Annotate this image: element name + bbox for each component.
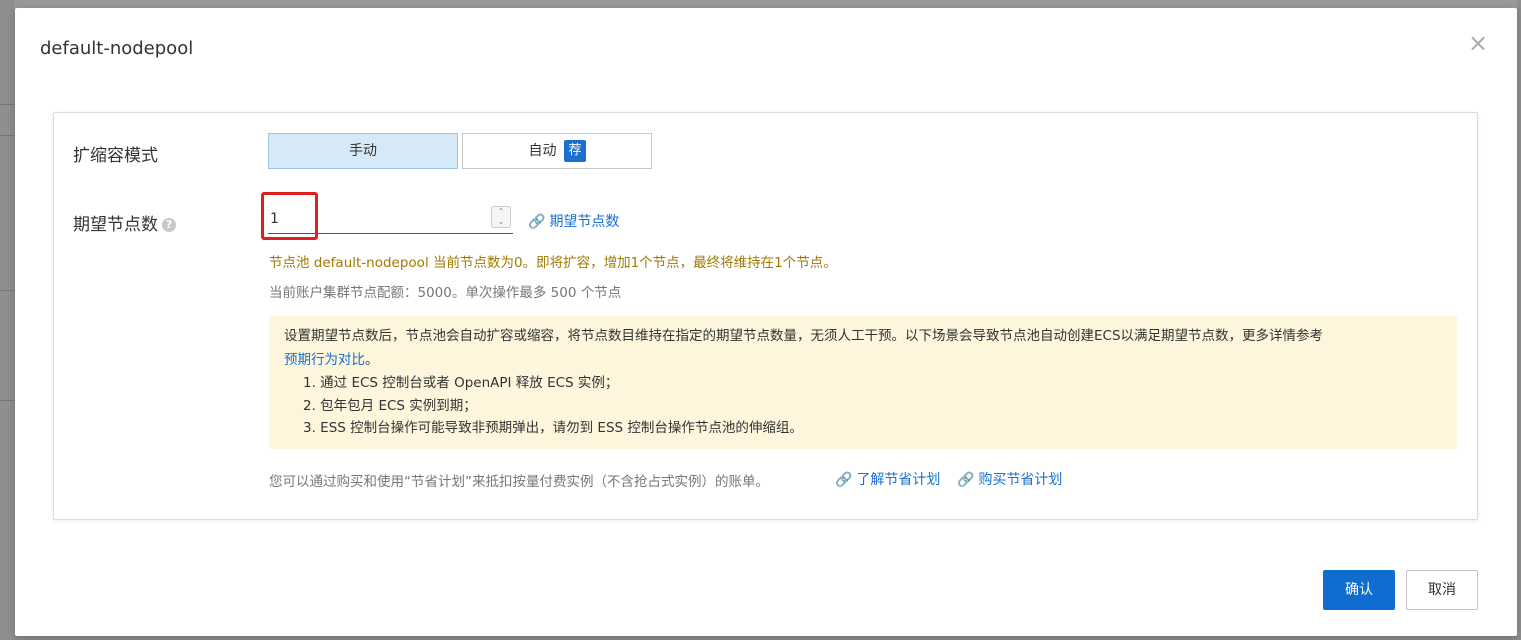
notice-lead: 设置期望节点数后，节点池会自动扩容或缩容，将节点数目维持在指定的期望节点数量，无…: [284, 324, 1442, 348]
notice-link-suffix: 。: [365, 352, 379, 368]
notice-item: 3. ESS 控制台操作可能导致非预期弹出，请勿到 ESS 控制台操作节点池的伸…: [303, 420, 803, 436]
chevron-down-icon[interactable]: ⌄: [492, 217, 510, 227]
recommended-badge: 荐: [564, 140, 586, 162]
scaling-mode-manual-button[interactable]: 手动: [268, 133, 458, 169]
confirm-button[interactable]: 确认: [1323, 570, 1395, 610]
savings-plan-info: 您可以通过购买和使用“节省计划”来抵扣按量付费实例（不含抢占式实例）的账单。: [269, 474, 769, 490]
notice-link-row: 预期行为对比。: [284, 348, 1442, 372]
close-icon[interactable]: ×: [1467, 31, 1489, 55]
learn-savings-plan-link[interactable]: 🔗 了解节省计划: [835, 469, 940, 489]
manual-option-label: 手动: [349, 143, 377, 159]
desired-nodes-label-row: 期望节点数?: [73, 210, 176, 235]
learn-savings-plan-label: 了解节省计划: [856, 472, 941, 488]
dialog-title: default-nodepool: [40, 38, 194, 59]
desired-nodes-notice: 设置期望节点数后，节点池会自动扩容或缩容，将节点数目维持在指定的期望节点数量，无…: [269, 316, 1457, 449]
buy-savings-plan-link[interactable]: 🔗 购买节省计划: [957, 469, 1062, 489]
notice-item: 1. 通过 ECS 控制台或者 OpenAPI 释放 ECS 实例；: [303, 375, 619, 391]
background-left-strip: [0, 0, 14, 640]
node-pool-scaling-dialog: default-nodepool × 扩缩容模式 手动 自动荐 期望节点数? 1…: [15, 8, 1517, 636]
scaling-mode-label: 扩缩容模式: [73, 146, 158, 166]
help-icon[interactable]: ?: [162, 218, 176, 232]
cancel-button[interactable]: 取消: [1406, 570, 1478, 610]
notice-lead-text: 设置期望节点数后，节点池会自动扩容或缩容，将节点数目维持在指定的期望节点数量，无…: [284, 328, 1324, 344]
desired-nodes-doc-link[interactable]: 🔗 期望节点数: [528, 211, 619, 231]
notice-item: 2. 包年包月 ECS 实例到期；: [303, 397, 477, 414]
expected-behavior-link[interactable]: 预期行为对比: [284, 352, 365, 368]
number-stepper[interactable]: ⌃ ⌄: [491, 206, 511, 228]
scaling-settings-panel: 扩缩容模式 手动 自动荐 期望节点数? 1 ⌃ ⌄ 🔗 期望节点数 节点池 def…: [53, 112, 1478, 520]
desired-nodes-link-label: 期望节点数: [549, 214, 620, 230]
link-icon: 🔗: [528, 214, 546, 230]
scaling-mode-auto-button[interactable]: 自动荐: [462, 133, 652, 169]
input-highlight-box: [261, 192, 318, 240]
link-icon: 🔗: [835, 472, 853, 488]
chevron-up-icon[interactable]: ⌃: [492, 207, 510, 217]
buy-savings-plan-label: 购买节省计划: [978, 472, 1063, 488]
auto-option-label: 自动: [528, 143, 557, 159]
link-icon: 🔗: [957, 472, 975, 488]
background-right-strip: [1517, 0, 1521, 640]
desired-nodes-label: 期望节点数: [73, 215, 158, 235]
scale-out-warning: 节点池 default-nodepool 当前节点数为0。即将扩容，增加1个节点…: [269, 255, 837, 271]
node-quota-info: 当前账户集群节点配额：5000。单次操作最多 500 个节点: [269, 285, 622, 301]
